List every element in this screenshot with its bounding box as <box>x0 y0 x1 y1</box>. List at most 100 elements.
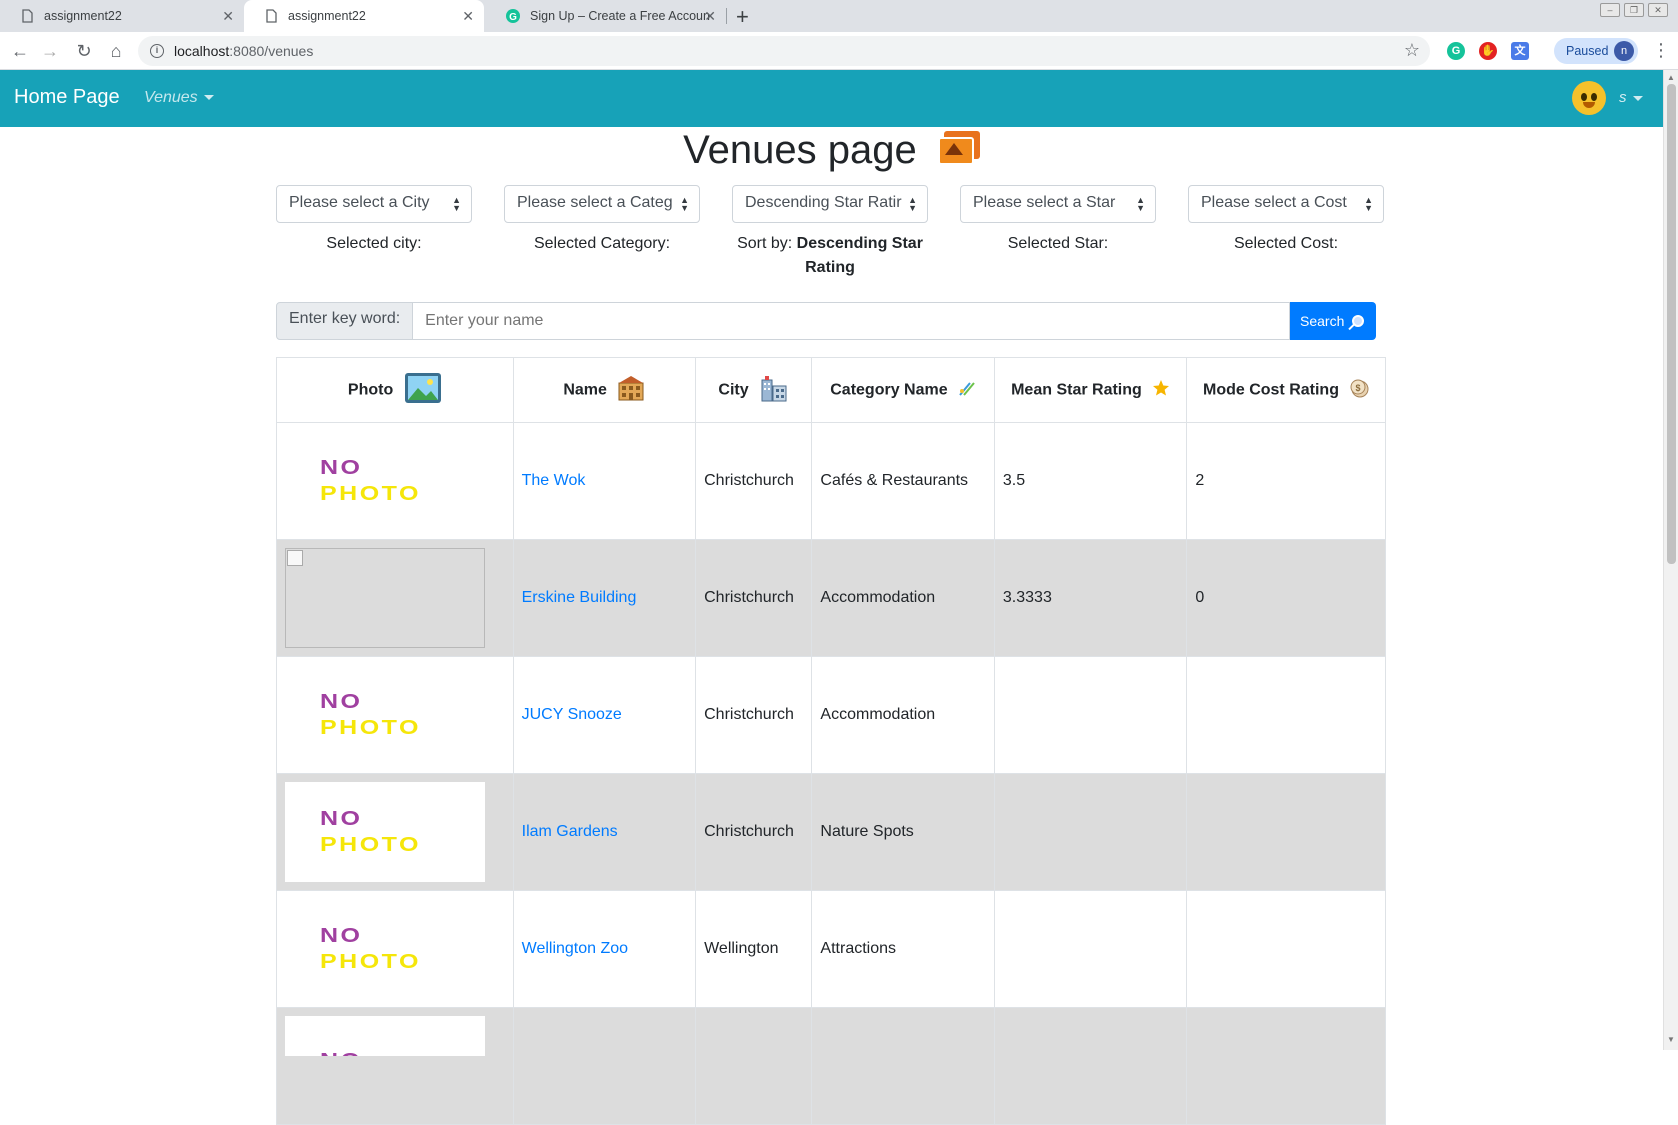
tab-title: assignment22 <box>44 9 122 23</box>
selected-star-label: Selected Star: <box>1007 235 1109 252</box>
browser-tab[interactable]: G Sign Up – Create a Free Accoun ✕ <box>486 0 726 32</box>
table-row: Erskine Building Christchurch Accommodat… <box>276 539 1386 657</box>
search-group: Enter key word: Search <box>276 302 1376 340</box>
profile-button[interactable]: Paused n <box>1554 38 1638 64</box>
selected-cost-label: Selected Cost: <box>1233 235 1339 252</box>
home-icon[interactable]: ⌂ <box>104 39 128 63</box>
browser-tab-active[interactable]: assignment22 ✕ <box>244 0 484 32</box>
city-cell: Wellington <box>695 890 813 1008</box>
menu-kebab-icon[interactable]: ⋮ <box>1652 40 1670 61</box>
no-photo-bottom: PHOTO <box>320 834 421 856</box>
category-select-value: Please select a Categ <box>517 194 673 211</box>
venue-name-link[interactable]: Erskine Building <box>522 589 637 606</box>
venues-dropdown[interactable]: Venues <box>144 89 214 107</box>
browser-toolbar: ← → ↻ ⌂ i localhost:8080/venues ☆ G ✋ 文 <box>0 32 1678 70</box>
name-cell: Wellington Zoo <box>512 890 697 1008</box>
url-path: :8080/venues <box>229 43 314 59</box>
mean-star-cell <box>993 656 1188 774</box>
close-icon[interactable]: ✕ <box>462 8 474 25</box>
scroll-up-icon[interactable]: ▲ <box>1667 73 1675 82</box>
back-icon[interactable]: ← <box>8 39 32 63</box>
images-icon <box>937 131 980 165</box>
select-arrows-icon: ▲ ▼ <box>1136 195 1145 213</box>
name-cell: JUCY Snooze <box>512 656 697 774</box>
page-scrollbar[interactable]: ▲ ▼ <box>1663 70 1678 1050</box>
star-select[interactable]: Please select a Star ▲ ▼ <box>960 185 1156 223</box>
scroll-down-icon[interactable]: ▼ <box>1667 1035 1675 1044</box>
avatar: n <box>1614 41 1634 61</box>
venue-name-link[interactable]: Wellington Zoo <box>522 940 628 957</box>
category-cell: Attractions <box>811 890 995 1008</box>
selected-category-label: Selected Category: <box>533 235 671 252</box>
table-header-row: Photo Name City Category Name Mean Star … <box>276 357 1386 423</box>
broken-image <box>285 548 485 648</box>
header-photo-label: Photo <box>347 381 394 399</box>
table-row: NO PHOTO Ilam Gardens Christchurch Natur… <box>276 773 1386 891</box>
category-cell: Accommodation <box>811 656 995 774</box>
header-mode-cost-label: Mode Cost Rating <box>1202 381 1339 399</box>
city-cell: Christchurch <box>695 422 813 540</box>
sort-select[interactable]: Descending Star Ratir ▲ ▼ <box>732 185 928 223</box>
adblock-extension-icon[interactable]: ✋ <box>1479 42 1497 60</box>
app-navbar: Home Page Venues s <box>0 70 1663 127</box>
name-cell: Ilam Gardens <box>512 773 697 891</box>
sort-by-label: Sort by: Descending Star Rating <box>732 232 928 280</box>
search-button[interactable]: Search <box>1290 302 1376 340</box>
sort-select-value: Descending Star Ratir <box>745 194 902 211</box>
user-avatar[interactable] <box>1572 81 1606 115</box>
mean-star-cell: 3.5 <box>993 422 1188 540</box>
search-input[interactable] <box>413 302 1290 340</box>
grammarly-extension-icon[interactable]: G <box>1447 42 1465 60</box>
minimize-icon[interactable]: – <box>1600 3 1620 17</box>
category-select[interactable]: Please select a Categ ▲ ▼ <box>504 185 700 223</box>
info-icon[interactable]: i <box>150 44 164 58</box>
no-photo-top: NO <box>320 808 363 830</box>
header-mean-star: Mean Star Rating <box>993 357 1188 423</box>
user-menu[interactable]: s <box>1619 89 1643 106</box>
city-icon <box>759 374 789 407</box>
restore-icon[interactable]: ❐ <box>1624 3 1644 17</box>
city-select[interactable]: Please select a City ▲ ▼ <box>276 185 472 223</box>
venue-name-link[interactable]: JUCY Snooze <box>522 706 622 723</box>
close-icon[interactable]: ✕ <box>704 8 716 25</box>
mean-star-cell <box>993 773 1188 891</box>
search-prepend-label: Enter key word: <box>276 302 414 340</box>
venue-name-link[interactable]: Ilam Gardens <box>522 823 618 840</box>
cost-select[interactable]: Please select a Cost ▲ ▼ <box>1188 185 1384 223</box>
header-name: Name <box>512 357 697 423</box>
header-photo: Photo <box>276 357 514 423</box>
bookmark-star-icon[interactable]: ☆ <box>1404 40 1420 61</box>
search-icon <box>1352 315 1365 327</box>
table-row: NO <box>276 1007 1386 1125</box>
mode-cost-cell <box>1186 890 1386 1008</box>
no-photo-bottom: PHOTO <box>320 483 421 505</box>
window-close-icon[interactable]: ✕ <box>1648 3 1668 17</box>
close-icon[interactable]: ✕ <box>222 8 234 25</box>
address-bar[interactable]: i localhost:8080/venues ☆ <box>138 36 1430 66</box>
home-page-link[interactable]: Home Page <box>14 86 120 109</box>
category-cell: Accommodation <box>811 539 995 657</box>
scrollbar-thumb[interactable] <box>1667 84 1676 564</box>
header-mean-star-label: Mean Star Rating <box>1011 381 1142 399</box>
table-row: NO PHOTO Wellington Zoo Wellington Attra… <box>276 890 1386 1008</box>
page-title-text: Venues page <box>683 128 917 172</box>
header-category-label: Category Name <box>830 381 948 399</box>
city-cell: Christchurch <box>695 773 813 891</box>
sort-by-prefix: Sort by: <box>737 235 797 252</box>
browser-tab[interactable]: assignment22 ✕ <box>0 0 244 32</box>
new-tab-icon[interactable]: + <box>736 4 749 30</box>
category-cell: Cafés & Restaurants <box>811 422 995 540</box>
coin-icon: $ <box>1349 378 1369 403</box>
no-photo-image-box: NO PHOTO <box>285 782 485 882</box>
photo-cell: NO PHOTO <box>276 890 514 1008</box>
tags-icon <box>958 379 976 402</box>
photo-cell: NO <box>276 1007 514 1125</box>
translate-extension-icon[interactable]: 文 <box>1511 42 1529 60</box>
select-arrows-icon: ▲ ▼ <box>452 195 461 213</box>
user-name: s <box>1619 89 1627 106</box>
no-photo-image: NO PHOTO <box>285 665 535 765</box>
reload-icon[interactable]: ↻ <box>72 39 96 63</box>
forward-icon[interactable]: → <box>38 39 62 63</box>
page-icon <box>20 9 34 23</box>
tab-title: assignment22 <box>288 9 366 23</box>
